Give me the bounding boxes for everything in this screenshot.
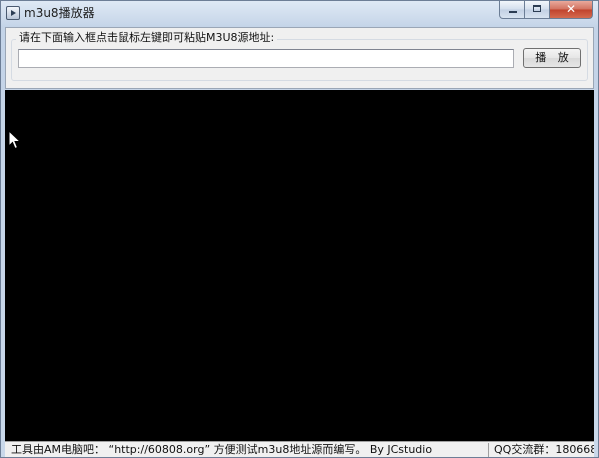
close-button[interactable]: ✕	[550, 1, 593, 19]
title-bar[interactable]: m3u8播放器 ✕	[1, 1, 598, 27]
status-qq-group: QQ交流群：180668580	[494, 443, 594, 456]
close-icon: ✕	[565, 2, 577, 16]
app-icon[interactable]	[6, 6, 20, 20]
status-bar: 工具由AM电脑吧： “http://60808.org” 方便测试m3u8地址源…	[5, 441, 594, 457]
status-info-text: 工具由AM电脑吧： “http://60808.org” 方便测试m3u8地址源…	[11, 443, 433, 456]
minimize-button[interactable]	[499, 1, 525, 19]
play-button[interactable]: 播 放	[523, 48, 581, 68]
maximize-button[interactable]	[525, 1, 550, 19]
minimize-icon	[509, 11, 517, 13]
url-instruction-label: 请在下面输入框点击鼠标左键即可粘贴M3U8源地址:	[16, 31, 278, 45]
mouse-cursor-icon	[8, 130, 22, 150]
video-display[interactable]	[5, 90, 594, 441]
caption-buttons: ✕	[499, 1, 593, 21]
url-input[interactable]	[18, 49, 514, 68]
url-panel: 请在下面输入框点击鼠标左键即可粘贴M3U8源地址: 播 放	[5, 27, 594, 89]
window-title: m3u8播放器	[24, 6, 95, 20]
status-divider	[488, 443, 489, 457]
maximize-icon	[533, 5, 541, 12]
app-window: m3u8播放器 ✕ 请在下面输入框点击鼠标左键即可粘贴M3U8源地址: 播 放 …	[0, 0, 599, 458]
